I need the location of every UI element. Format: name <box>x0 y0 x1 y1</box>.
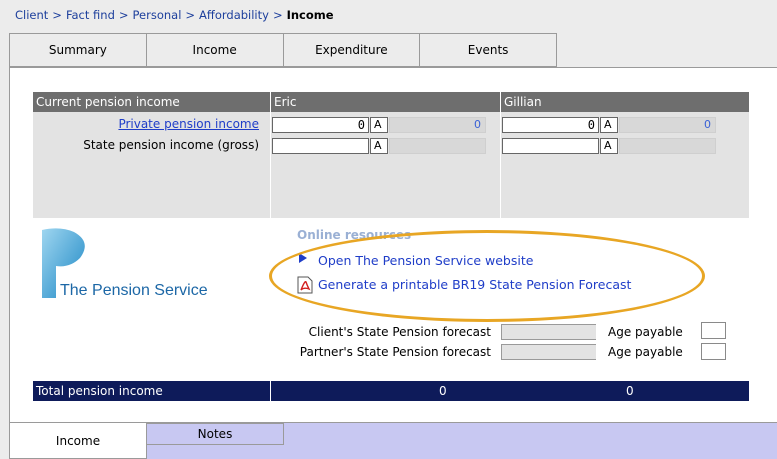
tab-events[interactable]: Events <box>419 33 557 67</box>
breadcrumb-separator: > <box>272 8 283 22</box>
eric-state-pension-input[interactable] <box>272 138 369 154</box>
private-pension-row-label: Private pension income <box>40 117 259 131</box>
client-age-payable-input[interactable] <box>701 322 726 339</box>
state-pension-row-label: State pension income (gross) <box>83 138 259 152</box>
gillian-private-pension-computed: 0 <box>619 117 716 133</box>
current-pension-income-heading: Current pension income <box>36 95 180 109</box>
highlight-ellipse <box>269 230 705 322</box>
pension-service-logo-text: The Pension Service <box>60 282 208 299</box>
total-pension-income-bar: Total pension income 0 0 <box>33 381 749 401</box>
bottom-tab-notes[interactable]: Notes <box>146 423 284 445</box>
column-divider <box>500 92 501 218</box>
breadcrumb-fact-find[interactable]: Fact find <box>66 8 115 22</box>
column-divider <box>270 92 271 218</box>
column-divider <box>270 381 271 401</box>
tab-summary[interactable]: Summary <box>9 33 146 67</box>
gillian-state-pension-input[interactable] <box>502 138 599 154</box>
breadcrumb-affordability[interactable]: Affordability <box>199 8 269 22</box>
breadcrumb-separator: > <box>185 8 196 22</box>
gillian-state-pension-flag[interactable]: A <box>600 138 618 154</box>
partner-forecast-input[interactable] <box>501 344 596 360</box>
eric-state-pension-flag[interactable]: A <box>370 138 388 154</box>
breadcrumb-client[interactable]: Client <box>15 8 48 22</box>
partner-forecast-label: Partner's State Pension forecast <box>299 345 491 359</box>
bottom-tab-income[interactable]: Income <box>9 423 147 459</box>
client-forecast-label: Client's State Pension forecast <box>308 325 491 339</box>
eric-private-pension-computed: 0 <box>389 117 486 133</box>
client-age-payable-label: Age payable <box>608 325 683 339</box>
gillian-private-pension-flag[interactable]: A <box>600 117 618 133</box>
person2-heading: Gillian <box>504 95 542 109</box>
partner-age-payable-input[interactable] <box>701 343 726 360</box>
eric-private-pension-flag[interactable]: A <box>370 117 388 133</box>
tab-expenditure[interactable]: Expenditure <box>282 33 420 67</box>
eric-private-pension-input[interactable]: 0 <box>272 117 369 133</box>
total-pension-income-label: Total pension income <box>36 384 163 398</box>
private-pension-income-link[interactable]: Private pension income <box>118 117 259 131</box>
breadcrumb-separator: > <box>52 8 62 22</box>
breadcrumb-current: Income <box>286 8 334 22</box>
bottom-tab-bar: Income Notes <box>9 423 777 459</box>
eric-total-value: 0 <box>439 384 447 398</box>
pension-table-header: Current pension income Eric Gillian <box>33 92 749 112</box>
gillian-state-pension-computed <box>619 138 716 154</box>
breadcrumb: Client > Fact find > Personal > Affordability >… <box>15 8 334 22</box>
eric-state-pension-computed <box>389 138 486 154</box>
tab-income[interactable]: Income <box>145 33 283 67</box>
top-tab-bar: Summary Income Expenditure Events <box>9 33 557 67</box>
gillian-total-value: 0 <box>626 384 634 398</box>
breadcrumb-personal[interactable]: Personal <box>133 8 182 22</box>
client-forecast-input[interactable] <box>501 324 596 340</box>
person1-heading: Eric <box>274 95 297 109</box>
gillian-private-pension-input[interactable]: 0 <box>502 117 599 133</box>
breadcrumb-separator: > <box>118 8 129 22</box>
partner-age-payable-label: Age payable <box>608 345 683 359</box>
